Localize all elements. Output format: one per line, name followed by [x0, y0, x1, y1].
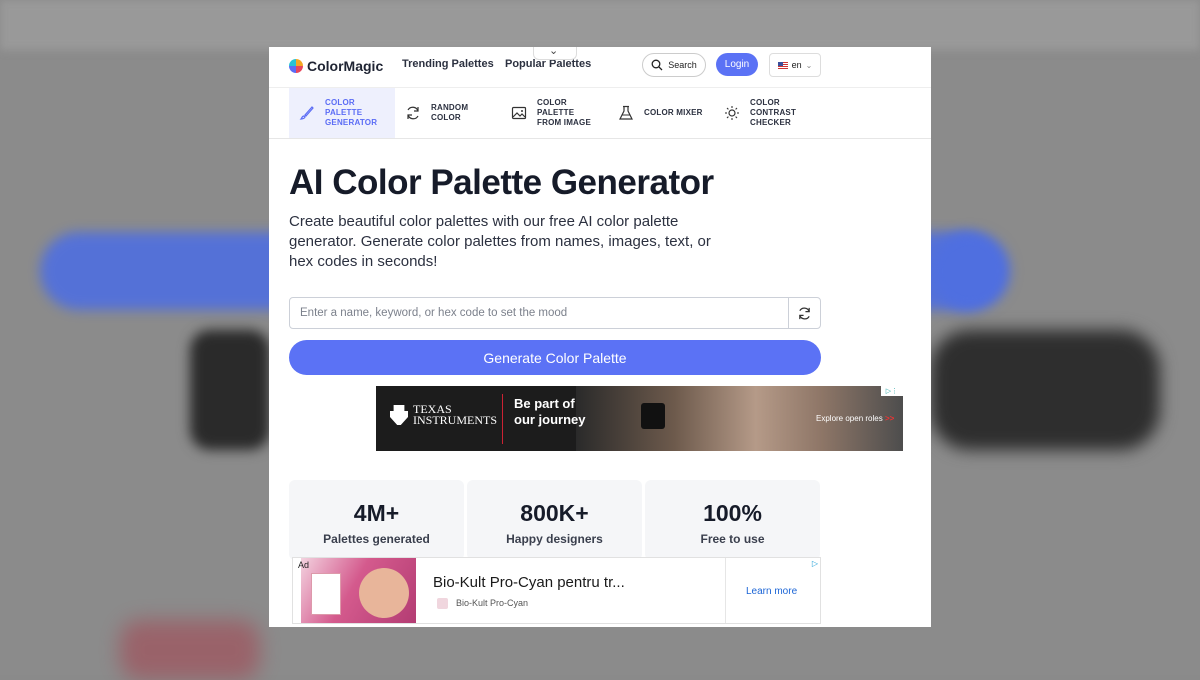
tab-label: RANDOM COLOR [431, 103, 469, 122]
login-button[interactable]: Login [716, 53, 758, 76]
brand-logo[interactable]: ColorMagic [289, 56, 383, 76]
stat-label: Free to use [700, 532, 765, 546]
ad-divider [502, 394, 503, 444]
ad-product-image [301, 558, 416, 623]
generate-palette-button[interactable]: Generate Color Palette [289, 340, 821, 375]
ad-title[interactable]: Bio-Kult Pro-Cyan pentru tr... [433, 574, 625, 591]
search-label: Search [668, 60, 697, 70]
collapse-toggle[interactable]: ⌄ [533, 47, 577, 60]
top-navbar: ColorMagic Trending Palettes Popular Pal… [269, 47, 931, 87]
tool-tabs: COLOR PALETTE GENERATOR RANDOM COLOR COL… [269, 87, 931, 139]
image-icon [511, 105, 527, 121]
sun-icon [724, 105, 740, 121]
nav-trending-palettes[interactable]: Trending Palettes [402, 58, 494, 70]
tab-label: COLOR PALETTE GENERATOR [325, 98, 378, 127]
tab-label: COLOR CONTRAST CHECKER [750, 98, 797, 127]
page-title: AI Color Palette Generator [289, 163, 714, 202]
us-flag-icon [777, 61, 788, 69]
brush-icon [299, 105, 315, 121]
stat-value: 800K+ [520, 500, 589, 526]
brand-icon [437, 598, 448, 609]
tab-color-mixer[interactable]: COLOR MIXER [618, 88, 718, 138]
tab-label: COLOR MIXER [644, 108, 703, 117]
stat-card: 100% Free to use [645, 480, 820, 560]
language-label: en [791, 60, 802, 70]
ad-headline-line2: our journey [514, 412, 586, 427]
stat-card: 800K+ Happy designers [467, 480, 642, 560]
tab-color-palette-generator[interactable]: COLOR PALETTE GENERATOR [289, 88, 395, 138]
adchoices-icon[interactable]: ▷⋮ [881, 386, 903, 396]
stat-card: 4M+ Palettes generated [289, 480, 464, 560]
ad-cta-label: Explore open roles [816, 414, 883, 423]
logo-icon [289, 59, 303, 73]
brand-name: ColorMagic [307, 58, 384, 74]
ad-banner-texas-instruments[interactable]: TEXAS INSTRUMENTS Be part of our journey … [376, 386, 903, 451]
mood-input-group [289, 297, 821, 329]
random-mood-button[interactable] [788, 298, 820, 328]
language-selector[interactable]: en ⌄ [769, 53, 821, 77]
product-box-image [311, 573, 341, 615]
ad-separator [725, 558, 726, 623]
search-icon [651, 59, 663, 71]
ad-label: Ad [298, 560, 310, 570]
mood-input[interactable] [290, 298, 780, 328]
tab-label: COLOR PALETTE FROM IMAGE [537, 98, 591, 127]
ad-chip-image [641, 403, 665, 429]
learn-more-link[interactable]: Learn more [746, 586, 797, 597]
ad-cta[interactable]: Explore open roles >> [816, 414, 894, 423]
stats-section: 4M+ Palettes generated 800K+ Happy desig… [289, 480, 821, 560]
ad-person-image [359, 568, 409, 618]
tab-color-contrast-checker[interactable]: COLOR CONTRAST CHECKER [724, 88, 824, 138]
page-subtitle: Create beautiful color palettes with our… [289, 213, 711, 270]
ti-logo-icon [390, 405, 408, 425]
ti-logo-line2: INSTRUMENTS [413, 413, 498, 427]
refresh-icon [799, 306, 810, 320]
flask-icon [618, 105, 634, 121]
page-window: ColorMagic Trending Palettes Popular Pal… [269, 47, 931, 627]
ti-logo: TEXAS INSTRUMENTS [390, 403, 498, 427]
refresh-icon [405, 105, 421, 121]
search-button[interactable]: Search [642, 53, 706, 77]
ad-headline-line1: Be part of [514, 396, 575, 411]
stat-label: Happy designers [506, 532, 603, 546]
adchoices-icon[interactable]: ▷ [812, 559, 818, 568]
stat-label: Palettes generated [323, 532, 430, 546]
chevron-down-icon: ⌄ [805, 60, 813, 70]
ad-brand: Bio-Kult Pro-Cyan [456, 598, 529, 608]
ad-cta-arrow: >> [884, 414, 895, 423]
chevron-down-icon: ⌄ [549, 47, 559, 57]
ad-banner-bio-kult[interactable]: Ad Bio-Kult Pro-Cyan pentru tr... Bio-Ku… [292, 557, 821, 624]
tab-random-color[interactable]: RANDOM COLOR [405, 88, 495, 138]
stat-value: 100% [703, 500, 762, 526]
stat-value: 4M+ [353, 500, 400, 526]
tab-color-palette-from-image[interactable]: COLOR PALETTE FROM IMAGE [511, 88, 601, 138]
ad-headline: Be part of our journey [514, 396, 586, 428]
